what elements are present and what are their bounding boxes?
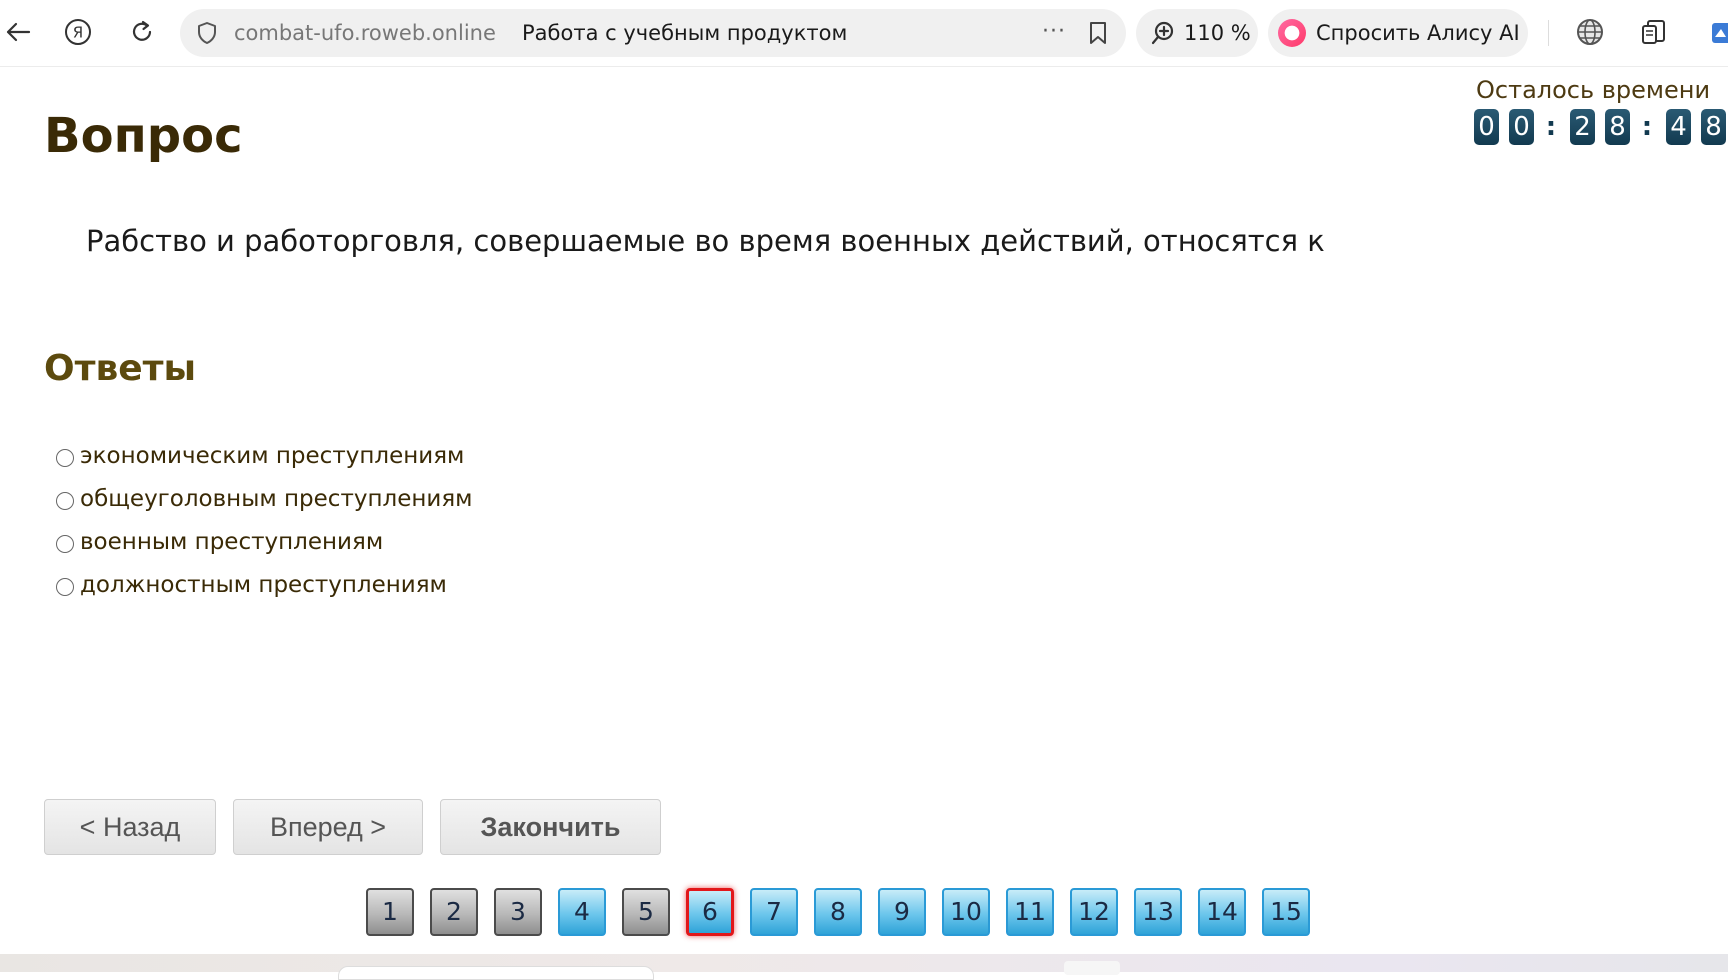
answer-label: общеуголовным преступлениям xyxy=(80,485,473,512)
svg-text:Я: Я xyxy=(73,24,83,42)
timer-digit: 2 xyxy=(1570,109,1595,145)
page-button-7[interactable]: 7 xyxy=(750,888,798,936)
answer-radio[interactable] xyxy=(56,577,74,596)
answer-list: экономическим преступлениям общеуголовны… xyxy=(56,434,473,606)
question-text: Рабство и работорговля, совершаемые во в… xyxy=(86,224,1325,258)
page-button-6-current[interactable]: 6 xyxy=(686,888,734,936)
countdown-timer: 0 0 : 2 8 : 4 8 xyxy=(1474,108,1728,146)
page-button-9[interactable]: 9 xyxy=(878,888,926,936)
page-button-3[interactable]: 3 xyxy=(494,888,542,936)
answer-label: должностным преступлениям xyxy=(80,571,447,598)
taskbar-item[interactable] xyxy=(1064,961,1120,975)
taskbar-strip xyxy=(0,954,1728,972)
page-tab-title: Работа с учебным продуктом xyxy=(522,21,848,45)
timer-digit: 0 xyxy=(1474,109,1499,145)
reader-mode-icon[interactable] xyxy=(1636,14,1672,50)
next-button[interactable]: Вперед > xyxy=(233,799,423,855)
page-button-11[interactable]: 11 xyxy=(1006,888,1054,936)
time-left-label: Осталось времени xyxy=(1476,76,1711,104)
page-button-12[interactable]: 12 xyxy=(1070,888,1118,936)
timer-digit: 0 xyxy=(1509,109,1534,145)
answer-label: экономическим преступлениям xyxy=(80,442,465,469)
timer-digit: 8 xyxy=(1605,109,1630,145)
ask-alice-button[interactable]: Спросить Алису AI xyxy=(1268,9,1528,57)
page-button-10[interactable]: 10 xyxy=(942,888,990,936)
page-button-5[interactable]: 5 xyxy=(622,888,670,936)
timer-separator: : xyxy=(1641,112,1653,142)
taskbar-search-box[interactable] xyxy=(338,966,654,980)
extension-icon[interactable] xyxy=(1704,14,1728,50)
ask-alice-label: Спросить Алису AI xyxy=(1316,21,1520,45)
shield-icon[interactable] xyxy=(194,20,220,46)
back-button[interactable]: < Назад xyxy=(44,799,216,855)
page-button-2[interactable]: 2 xyxy=(430,888,478,936)
zoom-button[interactable]: 110 % xyxy=(1136,9,1258,57)
page-button-8[interactable]: 8 xyxy=(814,888,862,936)
answer-radio[interactable] xyxy=(56,491,74,510)
answer-radio[interactable] xyxy=(56,448,74,467)
page-button-13[interactable]: 13 xyxy=(1134,888,1182,936)
answers-heading: Ответы xyxy=(44,348,197,389)
alice-icon xyxy=(1278,19,1306,47)
finish-button[interactable]: Закончить xyxy=(440,799,661,855)
page-button-14[interactable]: 14 xyxy=(1198,888,1246,936)
answer-option[interactable]: общеуголовным преступлениям xyxy=(56,477,473,520)
question-heading: Вопрос xyxy=(44,108,243,164)
translate-globe-icon[interactable] xyxy=(1572,14,1608,50)
more-dots-icon[interactable]: ··· xyxy=(1042,19,1066,44)
bookmark-icon[interactable] xyxy=(1086,20,1110,46)
answer-option[interactable]: должностным преступлениям xyxy=(56,563,473,606)
answer-option[interactable]: экономическим преступлениям xyxy=(56,434,473,477)
page-button-4[interactable]: 4 xyxy=(558,888,606,936)
browser-toolbar: Я combat-ufo.roweb.online Работа с учебн… xyxy=(0,0,1728,67)
address-bar[interactable]: combat-ufo.roweb.online Работа с учебным… xyxy=(180,9,1126,57)
page-button-1[interactable]: 1 xyxy=(366,888,414,936)
zoom-level: 110 % xyxy=(1184,21,1251,45)
timer-separator: : xyxy=(1545,112,1557,142)
reload-icon[interactable] xyxy=(124,14,160,50)
toolbar-divider xyxy=(1548,20,1549,46)
timer-digit: 8 xyxy=(1701,109,1726,145)
url-host: combat-ufo.roweb.online xyxy=(234,21,496,45)
page-button-15[interactable]: 15 xyxy=(1262,888,1310,936)
yandex-logo-icon[interactable]: Я xyxy=(60,14,96,50)
answer-radio[interactable] xyxy=(56,534,74,553)
answer-option[interactable]: военным преступлениям xyxy=(56,520,473,563)
back-arrow-icon[interactable] xyxy=(0,14,36,50)
answer-label: военным преступлениям xyxy=(80,528,384,555)
zoom-in-icon xyxy=(1151,21,1174,45)
timer-digit: 4 xyxy=(1666,109,1691,145)
